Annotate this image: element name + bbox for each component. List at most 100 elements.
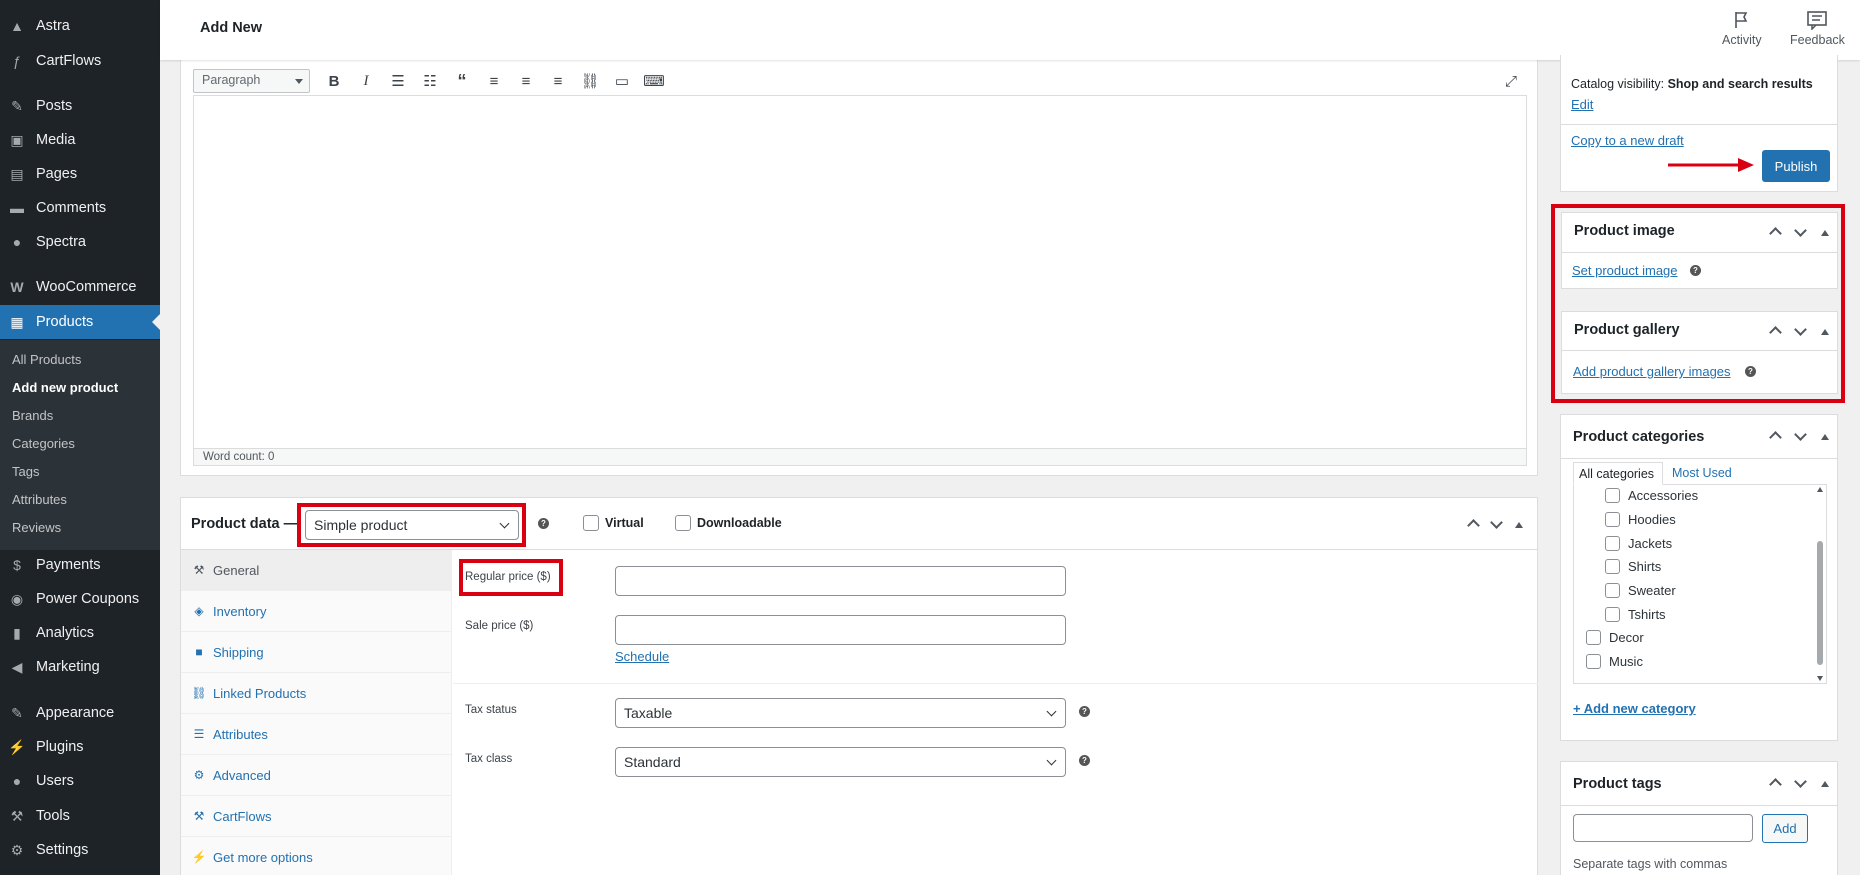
format-select[interactable]: Paragraph (193, 69, 310, 93)
tag-icon: ◈ (194, 604, 204, 618)
menu-item-pages[interactable]: ▤ Pages (0, 157, 160, 191)
product-image-title: Product image (1574, 223, 1675, 239)
menu-item-analytics[interactable]: ▮ Analytics (0, 616, 160, 650)
category-item[interactable]: Accessories (1605, 488, 1698, 503)
move-up-icon[interactable] (1769, 227, 1782, 240)
move-down-icon[interactable] (1794, 775, 1807, 788)
align-right-icon[interactable]: ≡ (542, 67, 574, 95)
catalog-visibility: Catalog visibility: Shop and search resu… (1571, 77, 1813, 91)
toggle-icon[interactable] (1515, 522, 1523, 528)
toolbar-toggle-icon[interactable]: ⌨ (638, 67, 670, 95)
help-icon: ? (1079, 755, 1090, 766)
category-checklist: Accessories Hoodies Jackets Shirts Sweat… (1573, 484, 1827, 684)
toggle-icon[interactable] (1821, 434, 1829, 440)
move-down-icon[interactable] (1490, 516, 1503, 529)
toggle-icon[interactable] (1821, 329, 1829, 335)
tab-shipping[interactable]: ■ Shipping (181, 632, 451, 673)
move-up-icon[interactable] (1769, 778, 1782, 791)
product-gallery-box: Product gallery Add product gallery imag… (1561, 311, 1838, 394)
copy-to-draft-link[interactable]: Copy to a new draft (1571, 133, 1684, 148)
menu-item-cartflows[interactable]: ƒ CartFlows (0, 44, 160, 78)
category-item[interactable]: Shirts (1605, 559, 1661, 574)
add-tag-button[interactable]: Add (1762, 814, 1808, 843)
menu-item-astra[interactable]: ▲ Astra (0, 9, 160, 43)
schedule-link[interactable]: Schedule (615, 649, 669, 664)
category-scrollbar[interactable] (1816, 487, 1824, 681)
set-product-image-link[interactable]: Set product image (1572, 263, 1678, 278)
virtual-checkbox[interactable]: Virtual (583, 515, 644, 531)
move-up-icon[interactable] (1769, 431, 1782, 444)
menu-item-marketing[interactable]: ◀ Marketing (0, 650, 160, 684)
tab-advanced[interactable]: ⚙ Advanced (181, 755, 451, 796)
submenu-categories[interactable]: Categories (12, 436, 75, 451)
move-down-icon[interactable] (1794, 428, 1807, 441)
tab-cartflows[interactable]: ⚒ CartFlows (181, 796, 451, 837)
italic-icon[interactable]: I (350, 67, 382, 95)
tab-inventory[interactable]: ◈ Inventory (181, 591, 451, 632)
submenu-brands[interactable]: Brands (12, 408, 53, 423)
regular-price-input[interactable] (615, 566, 1066, 596)
submenu-add-new-product[interactable]: Add new product (12, 380, 118, 395)
menu-item-power-coupons[interactable]: ◉ Power Coupons (0, 582, 160, 616)
tag-input[interactable] (1573, 814, 1753, 842)
feedback-button[interactable]: Feedback (1790, 10, 1845, 47)
move-up-icon[interactable] (1467, 519, 1480, 532)
downloadable-checkbox[interactable]: Downloadable (675, 515, 782, 531)
move-down-icon[interactable] (1794, 323, 1807, 336)
read-more-icon[interactable]: ▭ (606, 67, 638, 95)
category-item[interactable]: Tshirts (1605, 607, 1666, 622)
add-new-category-link[interactable]: + Add new category (1573, 701, 1696, 716)
bold-icon[interactable]: B (318, 67, 350, 95)
category-item[interactable]: Jackets (1605, 536, 1672, 551)
blockquote-icon[interactable]: “ (446, 67, 478, 95)
category-item[interactable]: Hoodies (1605, 512, 1676, 527)
product-data-tabs: ⚒ General ◈ Inventory ■ Shipping ⛓ Linked Pr… (181, 550, 452, 875)
word-count: Word count: 0 (193, 448, 1527, 466)
move-down-icon[interactable] (1794, 224, 1807, 237)
submenu-attributes[interactable]: Attributes (12, 492, 67, 507)
menu-item-comments[interactable]: ▬ Comments (0, 191, 160, 225)
fullscreen-icon[interactable]: ⤢ (1495, 67, 1527, 95)
add-gallery-images-link[interactable]: Add product gallery images (1573, 364, 1731, 379)
toggle-icon[interactable] (1821, 230, 1829, 236)
align-center-icon[interactable]: ≡ (510, 67, 542, 95)
menu-item-spectra[interactable]: ● Spectra (0, 225, 160, 259)
menu-item-payments[interactable]: $ Payments (0, 548, 160, 582)
activity-button[interactable]: Activity (1722, 10, 1762, 47)
numbered-list-icon[interactable]: ☷ (414, 67, 446, 95)
category-item[interactable]: Decor (1586, 630, 1644, 645)
menu-item-woocommerce[interactable]: W WooCommerce (0, 270, 160, 304)
move-up-icon[interactable] (1769, 326, 1782, 339)
tab-attributes[interactable]: ☰ Attributes (181, 714, 451, 755)
tab-all-categories[interactable]: All categories (1573, 462, 1663, 485)
tab-linked-products[interactable]: ⛓ Linked Products (181, 673, 451, 714)
submenu-tags[interactable]: Tags (12, 464, 39, 479)
menu-item-users[interactable]: ● Users (0, 764, 160, 798)
align-left-icon[interactable]: ≡ (478, 67, 510, 95)
menu-item-appearance[interactable]: ✎ Appearance (0, 696, 160, 730)
product-type-select[interactable]: Simple product (305, 510, 519, 540)
tax-status-select[interactable]: Taxable (615, 698, 1066, 728)
visibility-edit-link[interactable]: Edit (1571, 97, 1593, 112)
category-item[interactable]: Sweater (1605, 583, 1676, 598)
submenu-all-products[interactable]: All Products (12, 352, 81, 367)
submenu-reviews[interactable]: Reviews (12, 520, 61, 535)
menu-item-settings[interactable]: ⚙ Settings (0, 833, 160, 867)
menu-item-tools[interactable]: ⚒ Tools (0, 799, 160, 833)
category-item[interactable]: Music (1586, 654, 1643, 669)
tax-class-select[interactable]: Standard (615, 747, 1066, 777)
editor-text-area[interactable] (193, 95, 1527, 448)
tab-most-used[interactable]: Most Used (1672, 466, 1732, 480)
tab-get-more-options[interactable]: ⚡ Get more options (181, 837, 451, 875)
tab-general[interactable]: ⚒ General (181, 550, 451, 591)
menu-item-plugins[interactable]: ⚡ Plugins (0, 730, 160, 764)
product-categories-title: Product categories (1573, 429, 1705, 445)
sale-price-input[interactable] (615, 615, 1066, 645)
link-icon[interactable]: ⛓ (574, 67, 606, 95)
menu-item-products[interactable]: ▦ Products (0, 305, 160, 339)
bullet-list-icon[interactable]: ☰ (382, 67, 414, 95)
publish-button[interactable]: Publish (1762, 150, 1830, 182)
menu-item-media[interactable]: ▣ Media (0, 123, 160, 157)
menu-item-posts[interactable]: ✎ Posts (0, 89, 160, 123)
toggle-icon[interactable] (1821, 781, 1829, 787)
